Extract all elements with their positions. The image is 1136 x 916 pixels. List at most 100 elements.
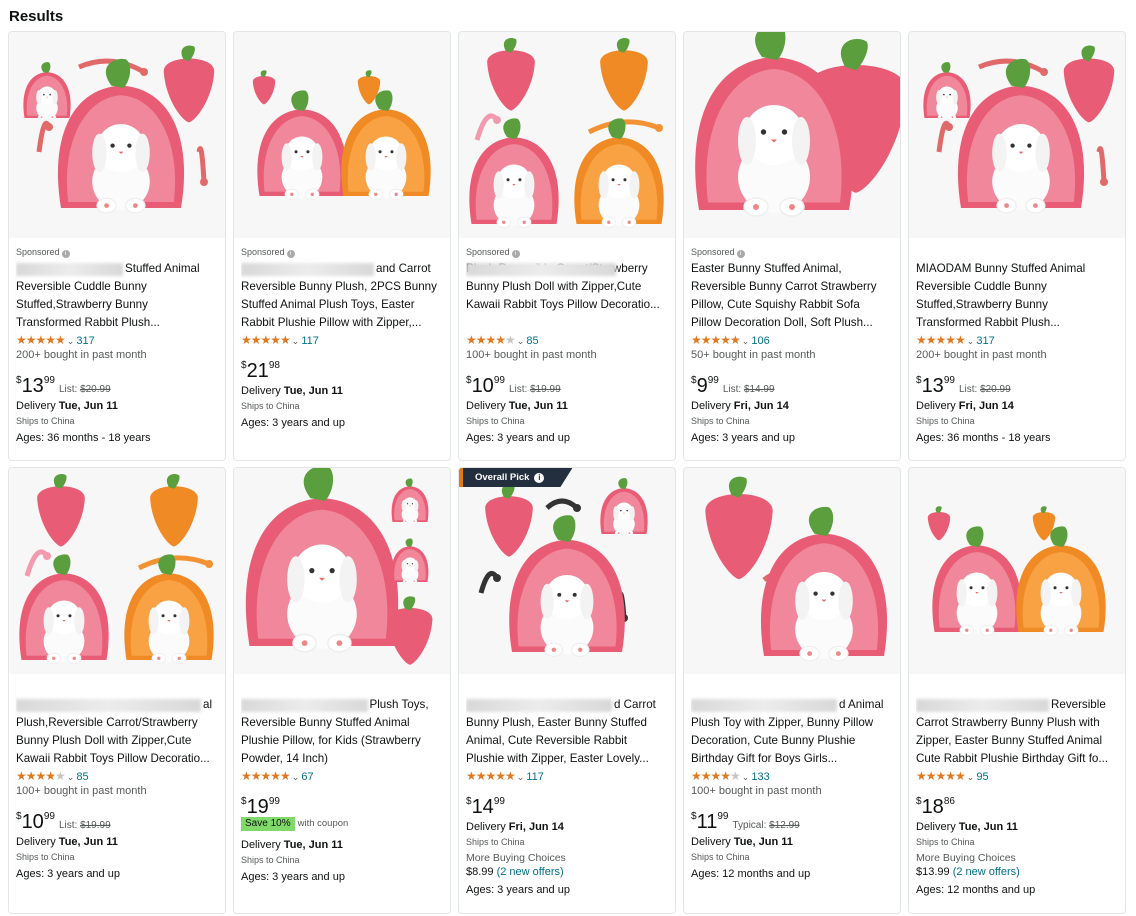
product-card[interactable]: al Plush,Reversible Carrot/Strawberry Bunn… — [8, 467, 226, 914]
chevron-down-icon[interactable]: ⌄ — [292, 336, 300, 346]
rating-row[interactable]: ★★★★★ ⌄ 317 — [16, 332, 218, 348]
rating-row[interactable]: ★★★★★ ⌄ 133 — [691, 768, 893, 784]
chevron-down-icon[interactable]: ⌄ — [67, 772, 75, 782]
rating-row[interactable]: ★★★★★ ⌄ 117 — [241, 332, 443, 348]
product-title[interactable]: d Animal Plush Toy with Zipper, Bunny Pil… — [691, 696, 893, 768]
review-count[interactable]: 85 — [76, 771, 88, 783]
product-card[interactable]: Sponsored i Easter Bunny Stuffed Animal, Re… — [683, 31, 901, 461]
list-price-label: List: — [58, 384, 78, 395]
delivery-label: Delivery — [466, 400, 506, 412]
product-details: d Carrot Bunny Plush, Easter Bunny Stuffe… — [459, 674, 675, 898]
chevron-down-icon[interactable]: ⌄ — [967, 772, 975, 782]
price[interactable]: $999 — [691, 375, 719, 397]
review-count[interactable]: 133 — [751, 771, 769, 783]
product-title[interactable]: and Carrot Reversible Bunny Plush, 2PCS B… — [241, 260, 443, 332]
chevron-down-icon[interactable]: ⌄ — [517, 772, 525, 782]
price[interactable]: $1499 — [466, 796, 505, 818]
list-price-value: $12.99 — [769, 820, 800, 831]
review-count[interactable]: 67 — [301, 771, 313, 783]
product-title[interactable]: Reversible Carrot Strawberry Bunny Plush … — [916, 696, 1118, 768]
new-offers-link[interactable]: (2 new offers) — [953, 866, 1020, 878]
price[interactable]: $1399 — [16, 375, 55, 397]
review-count[interactable]: 117 — [301, 335, 319, 347]
product-image[interactable] — [684, 32, 900, 238]
product-image[interactable] — [909, 468, 1125, 674]
product-image[interactable] — [909, 32, 1125, 238]
product-title[interactable]: Plush Toys, Reversible Bunny Stuffed Anim… — [241, 696, 443, 768]
review-count[interactable]: 317 — [76, 335, 94, 347]
ships-to: Ships to China — [16, 416, 75, 426]
sponsored-label: Sponsored i — [691, 246, 893, 258]
coupon-row[interactable]: Save 10% with coupon — [241, 816, 443, 832]
chevron-down-icon[interactable]: ⌄ — [517, 336, 525, 346]
price[interactable]: $1199 — [691, 811, 728, 833]
review-count[interactable]: 106 — [751, 335, 769, 347]
price[interactable]: $1399 — [916, 375, 955, 397]
info-icon[interactable]: i — [736, 250, 745, 258]
rating-row[interactable]: ★★★★★ ⌄ 85 — [466, 332, 668, 348]
rating-row[interactable]: ★★★★★ ⌄ 95 — [916, 768, 1118, 784]
chevron-down-icon[interactable]: ⌄ — [967, 336, 975, 346]
coupon-badge[interactable]: Save 10% — [241, 817, 295, 831]
ships-to: Ships to China — [691, 852, 750, 862]
product-title[interactable]: MIAODAM Bunny Stuffed Animal Reversible C… — [916, 260, 1118, 332]
price[interactable]: $1999 — [241, 796, 280, 818]
chevron-down-icon[interactable]: ⌄ — [742, 336, 750, 346]
list-price-label: List: — [508, 384, 528, 395]
chevron-down-icon[interactable]: ⌄ — [67, 336, 75, 346]
price-row: $1999 — [241, 790, 443, 818]
product-title[interactable]: Plush,Reversible Carrot/StrawberryBunny … — [466, 260, 668, 332]
redacted-text — [916, 699, 1049, 712]
rating-row[interactable]: ★★★★★ ⌄ 67 — [241, 768, 443, 784]
product-card[interactable]: Overall Pick i d Carrot Bunny Plush, Easter… — [458, 467, 676, 914]
price[interactable]: $1099 — [466, 375, 505, 397]
chevron-down-icon[interactable]: ⌄ — [292, 772, 300, 782]
product-image[interactable]: Overall Pick i — [459, 468, 675, 674]
title-line: Animal, Cute Reversible Rabbit — [466, 734, 628, 747]
chevron-down-icon[interactable]: ⌄ — [742, 772, 750, 782]
rating-row[interactable]: ★★★★★ ⌄ 117 — [466, 768, 668, 784]
title-line: Reversible Cuddle Bunny — [916, 280, 1047, 293]
product-image[interactable] — [9, 468, 225, 674]
product-card[interactable]: Plush Toys, Reversible Bunny Stuffed Anim… — [233, 467, 451, 914]
product-card[interactable]: Sponsored i and Carrot Reversible Bunny Plu… — [233, 31, 451, 461]
title-line: Plush,Reversible Carrot/Strawberry — [16, 716, 198, 729]
redacted-text — [466, 263, 616, 276]
product-image[interactable] — [684, 468, 900, 674]
rating-row[interactable]: ★★★★★ ⌄ 85 — [16, 768, 218, 784]
price[interactable]: $1099 — [16, 811, 55, 833]
product-card[interactable]: Sponsored i Stuffed Animal Reversible Cuddl… — [8, 31, 226, 461]
review-count[interactable]: 117 — [526, 771, 544, 783]
review-count[interactable]: 317 — [976, 335, 994, 347]
product-card[interactable]: MIAODAM Bunny Stuffed Animal Reversible C… — [908, 31, 1126, 461]
title-line: MIAODAM Bunny Stuffed Animal — [916, 262, 1086, 275]
product-image[interactable] — [459, 32, 675, 238]
info-icon[interactable]: i — [534, 473, 544, 483]
price-row: $999List: $14.99 — [691, 369, 893, 397]
review-count[interactable]: 95 — [976, 771, 988, 783]
product-card[interactable]: Sponsoredi Plush,Reversible Carrot/Strawb… — [458, 31, 676, 461]
list-price-value: $20.99 — [80, 384, 111, 395]
product-title[interactable]: Stuffed Animal Reversible Cuddle Bunny Stu… — [16, 260, 218, 332]
product-title[interactable]: Easter Bunny Stuffed Animal, Reversible B… — [691, 260, 893, 332]
product-card[interactable]: d Animal Plush Toy with Zipper, Bunny Pil… — [683, 467, 901, 914]
info-icon[interactable]: i — [286, 250, 295, 258]
product-image[interactable] — [9, 32, 225, 238]
review-count[interactable]: 85 — [526, 335, 538, 347]
ships-to: Ships to China — [241, 401, 300, 411]
sponsored-text: Sponsored — [16, 247, 60, 257]
price[interactable]: $1886 — [916, 796, 955, 818]
rating-row[interactable]: ★★★★★ ⌄ 106 — [691, 332, 893, 348]
price[interactable]: $2198 — [241, 360, 280, 382]
product-image[interactable] — [234, 468, 450, 674]
new-offers-link[interactable]: (2 new offers) — [497, 866, 564, 878]
sponsored-text: Sponsored — [691, 247, 735, 257]
product-title[interactable]: al Plush,Reversible Carrot/Strawberry Bunn… — [16, 696, 218, 768]
product-image[interactable] — [234, 32, 450, 238]
rating-row[interactable]: ★★★★★ ⌄ 317 — [916, 332, 1118, 348]
info-icon[interactable]: i — [511, 250, 520, 258]
delivery-date: Tue, Jun 11 — [283, 385, 343, 397]
info-icon[interactable]: i — [61, 250, 70, 258]
product-title[interactable]: d Carrot Bunny Plush, Easter Bunny Stuffe… — [466, 696, 668, 768]
product-card[interactable]: Reversible Carrot Strawberry Bunny Plush … — [908, 467, 1126, 914]
